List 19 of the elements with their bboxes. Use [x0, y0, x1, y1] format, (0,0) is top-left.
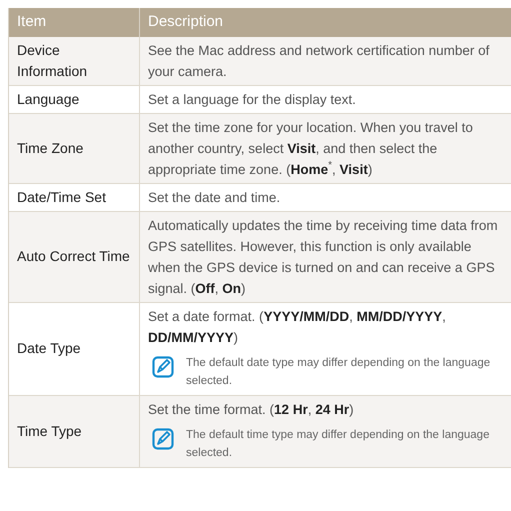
item-name: Time Type — [17, 422, 82, 441]
note-text: The default date type may differ depending on the language selected. — [186, 356, 492, 388]
item-description: See the Mac address and network certification number of your camera. — [148, 42, 490, 81]
item-name: Date Type — [17, 339, 81, 358]
item-description: Set a date format. (YYYY/MM/DD, MM/DD/YYYY, DD/MM/YYYY) — [148, 308, 447, 347]
item-name: Language — [17, 90, 80, 109]
item-name: Auto Correct Time — [17, 247, 130, 266]
item-description: Set the date and time. — [148, 188, 282, 206]
note-icon — [152, 428, 174, 450]
item-name: Time Zone — [17, 138, 84, 158]
item-description: Set the time zone for your location. When you travel to another country, select Visit, and then select the appropriate time zone. (Home$^{*}$, Visit) — [148, 118, 474, 179]
note-icon — [152, 356, 174, 378]
item-name: Date/Time Set — [17, 188, 106, 206]
item-description: Set the time format. (12 Hr, 24 Hr) — [148, 400, 355, 419]
note-text: The default time type may differ depending on the language selected. — [186, 428, 490, 460]
column-header: Item — [16, 12, 48, 32]
item-name: Device Information — [17, 40, 88, 80]
item-description: Set a language for the display text. — [148, 90, 357, 109]
item-description: Automatically updates the time by receiving time data from GPS satellites. However, this function is only available when the GPS device is turned on and can receive a GPS signal. (Off, On) — [148, 216, 499, 298]
